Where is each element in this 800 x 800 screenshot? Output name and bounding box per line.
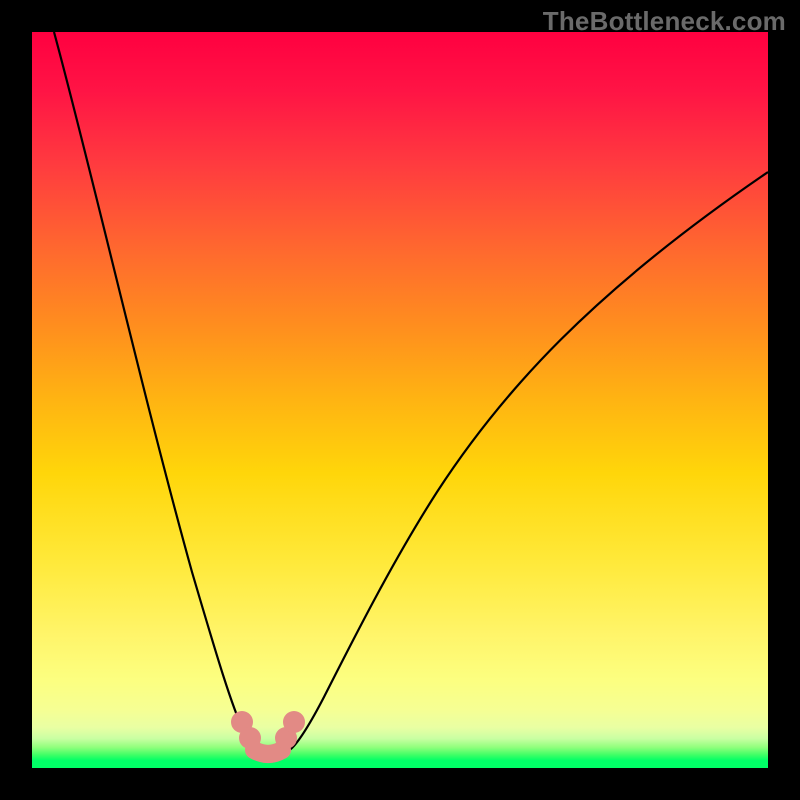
bottleneck-curve [54,32,768,754]
marker-join [254,750,282,754]
chart-container: TheBottleneck.com [0,0,800,800]
marker-dot [283,711,305,733]
curve-layer [32,32,768,768]
plot-area [32,32,768,768]
